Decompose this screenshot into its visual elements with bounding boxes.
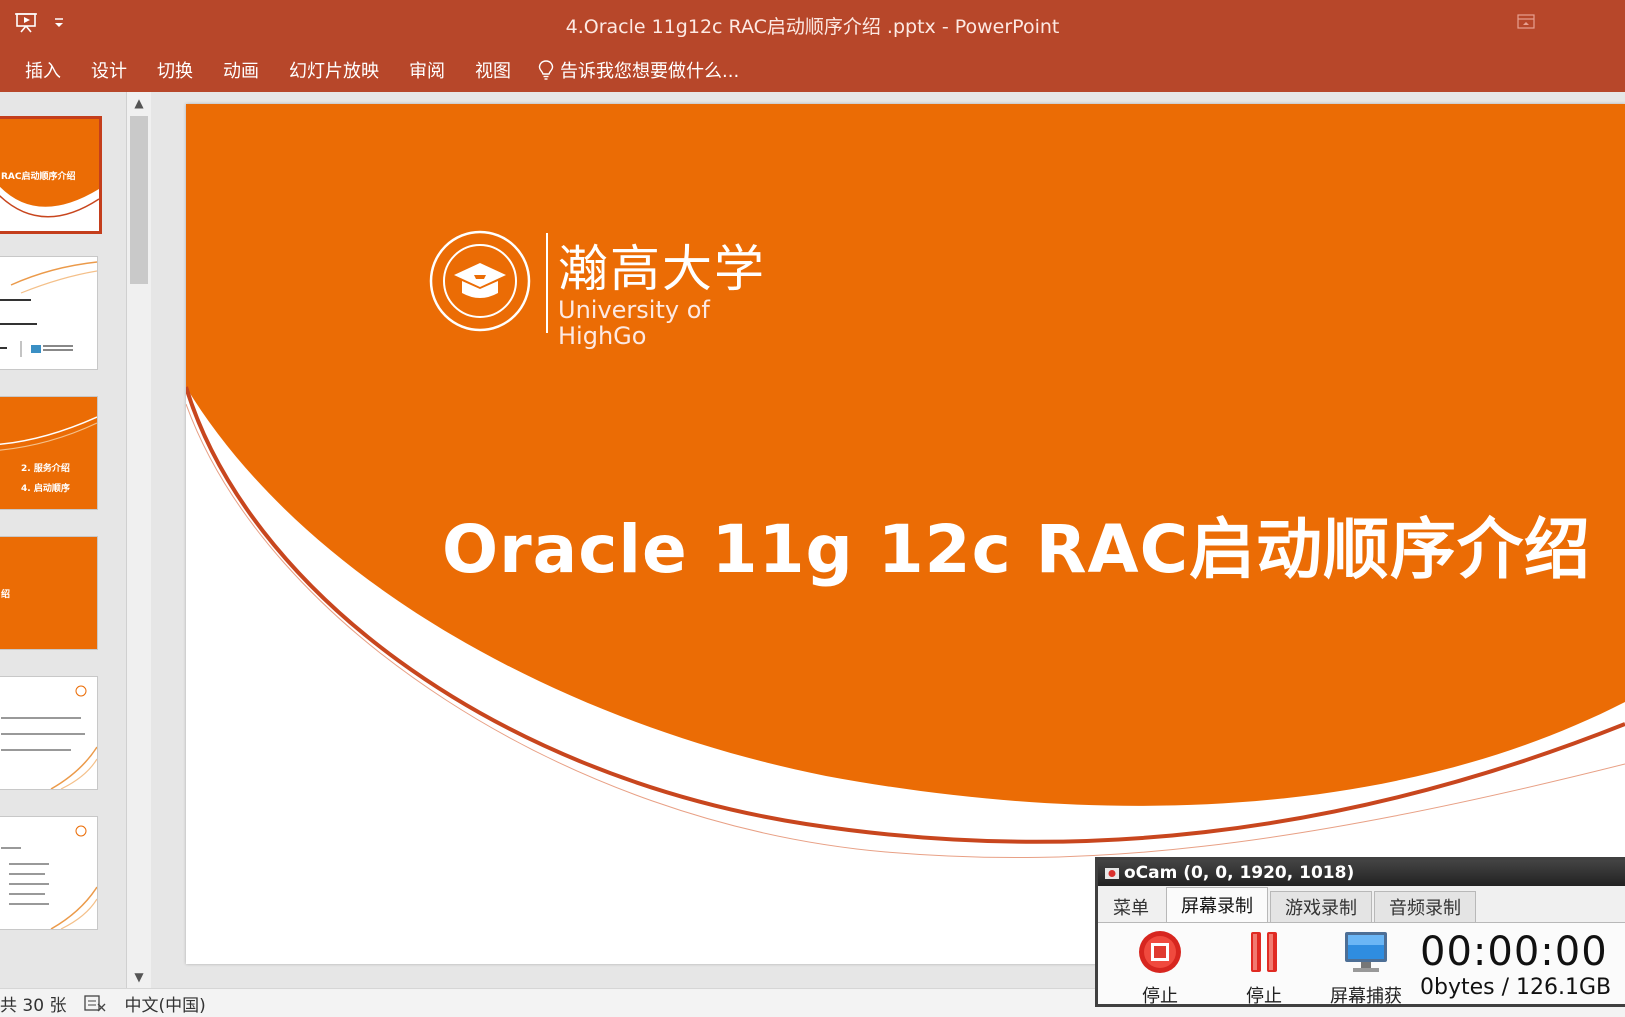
logo-english-name: University of HighGo [558,297,710,349]
ocam-tab-audio-record[interactable]: 音频录制 [1374,891,1476,922]
scroll-up-arrow-icon[interactable]: ▲ [127,92,151,114]
tell-me-text: 告诉我您想要做什么... [560,61,740,82]
language-indicator[interactable]: 中文(中国) [124,991,205,1016]
tab-animations[interactable]: 动画 [208,48,274,92]
spellcheck-icon[interactable] [84,994,106,1012]
slide-thumbnail-5[interactable] [0,676,98,790]
university-seal-icon [429,230,531,332]
ocam-pause-label: 停止 [1246,986,1282,1007]
thumbnail-3-item1: 2. 服务介绍 [21,464,70,474]
ocam-capture-label: 屏幕捕获 [1330,986,1402,1007]
ocam-title: oCam (0, 0, 1920, 1018) [1124,863,1355,883]
logo-english-line2: HighGo [558,322,647,350]
tab-slideshow[interactable]: 幻灯片放映 [274,48,394,92]
slide-thumbnail-4[interactable]: 绍 [0,536,98,650]
slide-thumbnail-pane: RAC启动顺序介绍 2. 服务介绍 4. 启动顺序 绍 ▲ ▼ [0,92,151,988]
slide-thumbnail-3[interactable]: 2. 服务介绍 4. 启动顺序 [0,396,98,510]
title-bar: 4.Oracle 11g12c RAC启动顺序介绍 .pptx - PowerP… [0,0,1625,48]
ocam-stop-label: 停止 [1142,986,1178,1007]
tab-insert[interactable]: 插入 [0,48,76,92]
ocam-tab-screen-record[interactable]: 屏幕录制 [1166,887,1268,922]
record-stop-icon [1139,931,1181,973]
work-area: RAC启动顺序介绍 2. 服务介绍 4. 启动顺序 绍 ▲ ▼ 瀚高大学 Uni… [0,92,1625,988]
tab-review[interactable]: 审阅 [394,48,460,92]
slide-title[interactable]: Oracle 11g 12c RAC启动顺序介绍 [442,496,1591,592]
ocam-tab-game-record[interactable]: 游戏录制 [1270,891,1372,922]
slide-thumbnail-1[interactable]: RAC启动顺序介绍 [0,116,102,234]
thumbnail-4-title: 绍 [1,590,11,600]
scroll-thumb[interactable] [130,116,148,284]
ocam-screen-capture-button[interactable]: 屏幕捕获 [1326,929,1406,1008]
ocam-stop-button[interactable]: 停止 [1120,929,1200,1008]
logo-english-line1: University of [558,296,710,324]
scroll-down-arrow-icon[interactable]: ▼ [127,966,151,988]
slide-count: 共 30 张 [0,995,67,1016]
tab-view[interactable]: 视图 [460,48,526,92]
thumbnail-1-title: RAC启动顺序介绍 [1,172,76,182]
tell-me-search[interactable]: 告诉我您想要做什么... [538,57,739,83]
ribbon-tabs: 插入 设计 切换 动画 幻灯片放映 审阅 视图 告诉我您想要做什么... [0,48,1625,92]
window-title: 4.Oracle 11g12c RAC启动顺序介绍 .pptx - PowerP… [565,16,1060,38]
ocam-recorder-window: oCam (0, 0, 1920, 1018) 菜单 屏幕录制 游戏录制 音频录… [1095,857,1625,1007]
ocam-controls: 停止 停止 屏幕捕获 00:00:00 0bytes / 126.1GB [1098,922,1625,1007]
ocam-tabs: 菜单 屏幕录制 游戏录制 音频录制 [1098,887,1625,922]
ocam-tab-menu[interactable]: 菜单 [1098,891,1164,922]
ocam-file-size: 0bytes / 126.1GB [1420,975,1612,1000]
monitor-icon [1345,932,1387,972]
slide-thumbnail-6[interactable] [0,816,98,930]
logo-chinese-name: 瀚高大学 [558,240,766,298]
ocam-timer: 00:00:00 [1420,929,1608,975]
thumbnail-scrollbar[interactable]: ▲ ▼ [126,92,151,988]
tab-transitions[interactable]: 切换 [142,48,208,92]
lightbulb-icon [538,60,554,80]
slide-thumbnail-2[interactable] [0,256,98,370]
thumbnail-3-item2: 4. 启动顺序 [21,484,70,494]
ribbon-display-options-icon[interactable] [1517,14,1535,30]
ocam-pause-button[interactable]: 停止 [1224,929,1304,1008]
logo-separator [546,233,548,333]
tab-design[interactable]: 设计 [76,48,142,92]
ocam-title-bar[interactable]: oCam (0, 0, 1920, 1018) [1098,860,1625,886]
ocam-logo-icon [1105,868,1119,879]
slide-canvas[interactable]: 瀚高大学 University of HighGo Oracle 11g 12c… [186,104,1625,964]
pause-icon [1251,932,1277,972]
